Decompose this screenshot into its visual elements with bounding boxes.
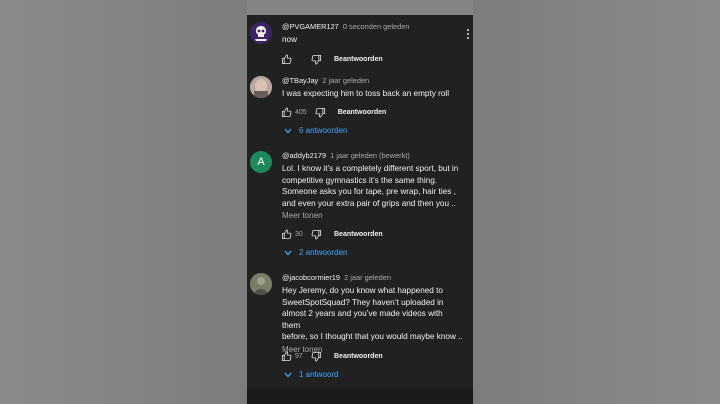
like-icon[interactable] xyxy=(281,107,292,118)
comment-line: SweetSpotSquad? They haven’t uploaded in xyxy=(282,297,444,307)
comment-text: Hey Jeremy, do you know what happened to… xyxy=(282,285,463,343)
comment-author[interactable]: @jacobcormier19 xyxy=(282,273,340,282)
show-more-link[interactable]: Meer tonen xyxy=(282,211,463,220)
chevron-down-icon xyxy=(284,372,292,377)
chevron-down-icon xyxy=(284,250,292,255)
dislike-icon[interactable] xyxy=(311,54,322,65)
right-video-backdrop xyxy=(473,0,720,404)
dislike-icon[interactable] xyxy=(311,351,322,362)
comment-text: Lol. I know it’s a completely different … xyxy=(282,163,463,209)
reply-button[interactable]: Beantwoorden xyxy=(334,231,383,238)
view-replies-button[interactable]: 2 antwoorden xyxy=(284,248,347,257)
more-options-icon[interactable] xyxy=(466,29,470,41)
comment-text: I was expecting him to toss back an empt… xyxy=(282,89,450,98)
reply-button[interactable]: Beantwoorden xyxy=(334,353,383,360)
avatar[interactable]: A xyxy=(250,151,272,173)
reply-button[interactable]: Beantwoorden xyxy=(334,56,383,63)
avatar[interactable] xyxy=(250,273,272,295)
replies-count: 1 antwoord xyxy=(299,370,339,379)
view-replies-button[interactable]: 6 antwoorden xyxy=(284,126,347,135)
comment-author[interactable]: @TBayJay xyxy=(282,76,318,85)
like-icon[interactable] xyxy=(281,229,292,240)
like-count: 97 xyxy=(295,352,303,360)
reply-button[interactable]: Beantwoorden xyxy=(338,109,387,116)
dislike-icon[interactable] xyxy=(315,107,326,118)
comment-line: Hey Jeremy, do you know what happened to xyxy=(282,286,443,295)
avatar-letter: A xyxy=(257,156,265,168)
comment-line: Lol. I know it’s a completely different … xyxy=(282,164,459,173)
comment-timestamp: 2 jaar geleden xyxy=(322,76,370,85)
comment-timestamp: 1 jaar geleden (bewerkt) xyxy=(330,151,410,160)
comment-timestamp: 2 jaar geleden xyxy=(344,273,391,282)
comment-text: now xyxy=(282,35,298,44)
like-count: 30 xyxy=(295,230,303,238)
comment-line: before, so I thought that you would mayb… xyxy=(282,332,463,342)
avatar[interactable] xyxy=(250,22,272,44)
replies-count: 6 antwoorden xyxy=(299,126,348,135)
like-count: 405 xyxy=(295,108,307,116)
comment-line: and even your extra pair of grips and th… xyxy=(282,198,456,208)
comment-line: almost 2 years and you’ve made videos wi… xyxy=(282,309,443,330)
left-video-backdrop xyxy=(0,0,247,404)
replies-count: 2 antwoorden xyxy=(299,248,348,257)
comment-author[interactable]: @addyb2179 xyxy=(282,151,326,160)
comment-timestamp: 0 seconden geleden xyxy=(342,22,410,31)
like-icon[interactable] xyxy=(281,54,292,65)
comment-author[interactable]: @PVGAMER127 xyxy=(282,22,339,31)
dislike-icon[interactable] xyxy=(311,229,322,240)
comment-line: competitive gymnastics it’s the same thi… xyxy=(282,175,438,185)
avatar[interactable] xyxy=(250,76,272,98)
bottom-bar xyxy=(247,389,473,404)
comments-panel: @PVGAMER127 0 seconden geleden now Beant… xyxy=(247,15,473,389)
view-replies-button[interactable]: 1 antwoord xyxy=(284,370,339,379)
chevron-down-icon xyxy=(284,128,292,133)
like-icon[interactable] xyxy=(281,351,292,362)
comment-line: Someone asks you for tape, pre wrap, hai… xyxy=(282,187,456,197)
